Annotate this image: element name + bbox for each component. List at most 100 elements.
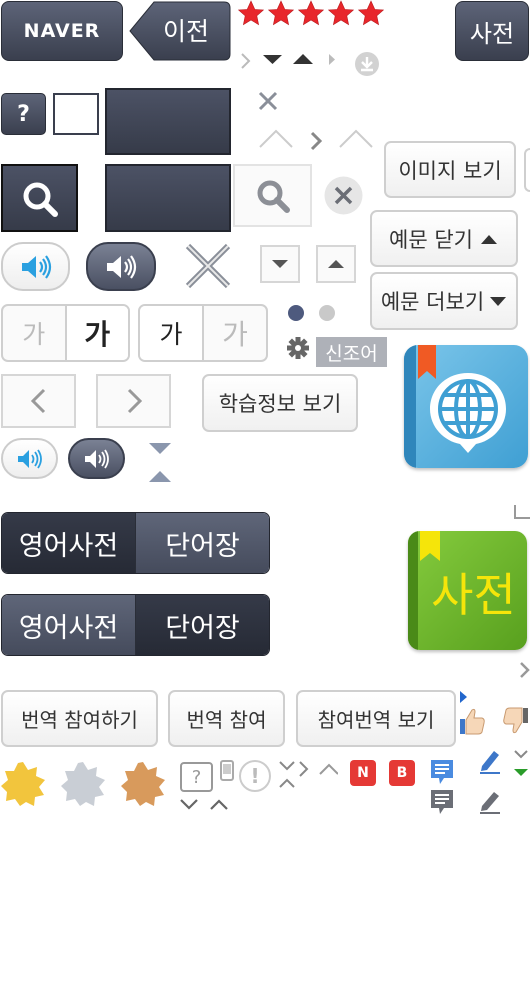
- collapse-arrows: [279, 761, 338, 788]
- chevron-up-icon: [210, 799, 228, 810]
- font-small-option[interactable]: 가: [140, 306, 204, 360]
- page-dot-active[interactable]: [288, 305, 304, 321]
- more-example-label: 예문 더보기: [380, 290, 485, 314]
- chevron-left-icon: [30, 388, 45, 414]
- dict-label: 사전: [469, 19, 515, 48]
- view-joined-translation-label: 참여번역 보기: [317, 708, 435, 732]
- chevron-down-icon: [180, 799, 198, 810]
- dict-tabs-1[interactable]: 영어사전 단어장: [1, 512, 270, 574]
- globe-icon: [430, 373, 506, 453]
- naver-n-badge: N: [350, 760, 376, 786]
- speaker-icon: [21, 254, 51, 279]
- star-icon: [327, 0, 355, 26]
- prev-label: 이전: [163, 17, 209, 46]
- caret-up-icon: [259, 129, 293, 148]
- comment-icon-gray[interactable]: [429, 788, 455, 816]
- translation-join-label: 번역 참여: [186, 708, 267, 732]
- thumbs-up-icon[interactable]: [458, 706, 486, 736]
- dark-tile-2: [105, 164, 231, 232]
- alert-label: !: [250, 764, 260, 788]
- triangle-down-icon: [490, 297, 507, 306]
- dropdown-down-button[interactable]: [260, 245, 300, 283]
- dict-tabs-2[interactable]: 영어사전 단어장: [1, 594, 270, 656]
- font-small-option[interactable]: 가: [3, 306, 67, 360]
- font-large-option[interactable]: 가: [204, 306, 266, 360]
- learning-info-label: 학습정보 보기: [218, 392, 342, 416]
- triangle-up-icon: [149, 471, 171, 482]
- global-dict-app-icon[interactable]: [404, 345, 528, 468]
- speaker-button-small-light[interactable]: [1, 438, 58, 479]
- speaker-button-light[interactable]: [1, 242, 70, 291]
- tab-english-dict[interactable]: 영어사전: [2, 595, 135, 655]
- pencil-icon-gray[interactable]: [478, 788, 502, 814]
- font-large-option[interactable]: 가: [66, 306, 128, 360]
- speaker-button-small-dark[interactable]: [68, 438, 125, 479]
- view-joined-translation-button[interactable]: 참여번역 보기: [296, 690, 456, 747]
- help-button[interactable]: ?: [1, 93, 46, 135]
- triangle-right-icon: [460, 691, 467, 703]
- tab-wordbook[interactable]: 단어장: [135, 595, 269, 655]
- close-example-label: 예문 닫기: [389, 227, 473, 252]
- new-word-label: 신조어: [325, 342, 378, 365]
- speaker-button-dark[interactable]: [86, 242, 156, 291]
- n-badge-label: N: [357, 765, 369, 781]
- partial-button: [524, 148, 530, 192]
- help-outline-label: ?: [191, 766, 202, 788]
- alert-icon: !: [239, 760, 271, 792]
- search-button-light[interactable]: [233, 164, 312, 227]
- chevron-right-icon: [520, 662, 530, 678]
- star-icon: [297, 0, 325, 26]
- pencil-icon[interactable]: [478, 746, 502, 774]
- speaker-icon: [17, 449, 42, 468]
- gold-medal-icon: [1, 762, 45, 806]
- dropdown-up-button[interactable]: [316, 245, 356, 283]
- sort-arrows[interactable]: [147, 440, 173, 484]
- more-example-button[interactable]: 예문 더보기: [370, 272, 518, 330]
- join-translation-label: 번역 참여하기: [21, 708, 138, 732]
- triangle-down-icon: [272, 260, 288, 268]
- dict-app-icon[interactable]: 사전: [408, 531, 527, 650]
- bronze-medal-icon: [121, 762, 165, 806]
- learning-info-button[interactable]: 학습정보 보기: [202, 374, 358, 432]
- triangle-down-icon: [263, 55, 282, 64]
- blog-b-badge: B: [389, 760, 415, 786]
- rating-stars: [237, 0, 385, 26]
- naver-logo-text: NAVER: [23, 20, 101, 42]
- chevron-down-icon: [514, 750, 528, 759]
- prev-arrow-button[interactable]: [1, 374, 76, 428]
- gear-icon[interactable]: [286, 336, 310, 360]
- page-dot[interactable]: [319, 305, 335, 321]
- triangle-down-icon: [149, 443, 171, 454]
- tab-english-dict[interactable]: 영어사전: [2, 513, 135, 573]
- close-large-icon[interactable]: [184, 242, 232, 290]
- clear-button[interactable]: [323, 175, 364, 216]
- view-image-button[interactable]: 이미지 보기: [384, 141, 516, 198]
- naver-button[interactable]: NAVER: [1, 1, 123, 61]
- prev-button[interactable]: 이전: [128, 1, 231, 61]
- triangle-up-icon: [328, 260, 344, 268]
- empty-checkbox[interactable]: [53, 93, 99, 135]
- caret-up-icon: [319, 763, 338, 775]
- corner-bracket: [514, 505, 530, 519]
- close-example-button[interactable]: 예문 닫기: [370, 210, 518, 267]
- join-translation-button[interactable]: 번역 참여하기: [1, 690, 158, 747]
- close-icon[interactable]: [258, 91, 278, 111]
- help-label: ?: [17, 101, 30, 127]
- star-icon: [267, 0, 295, 26]
- font-size-toggle-1[interactable]: 가 가: [1, 304, 130, 362]
- caret-up-icon: [339, 129, 373, 148]
- translation-join-button[interactable]: 번역 참여: [168, 690, 285, 747]
- comment-icon-blue[interactable]: [429, 758, 455, 786]
- tab-wordbook[interactable]: 단어장: [135, 513, 269, 573]
- dark-tile-1: [105, 88, 231, 155]
- font-size-toggle-2[interactable]: 가 가: [138, 304, 268, 362]
- thumbs-down-icon[interactable]: [503, 706, 530, 736]
- help-outline-icon[interactable]: ?: [180, 762, 213, 792]
- search-button-dark[interactable]: [1, 164, 78, 232]
- chevron-right-icon: [299, 761, 309, 777]
- dict-button[interactable]: 사전: [455, 1, 529, 61]
- star-icon: [237, 0, 265, 26]
- new-word-badge: 신조어: [316, 337, 387, 367]
- next-arrow-button[interactable]: [96, 374, 171, 428]
- small-arrows-row: [241, 52, 379, 76]
